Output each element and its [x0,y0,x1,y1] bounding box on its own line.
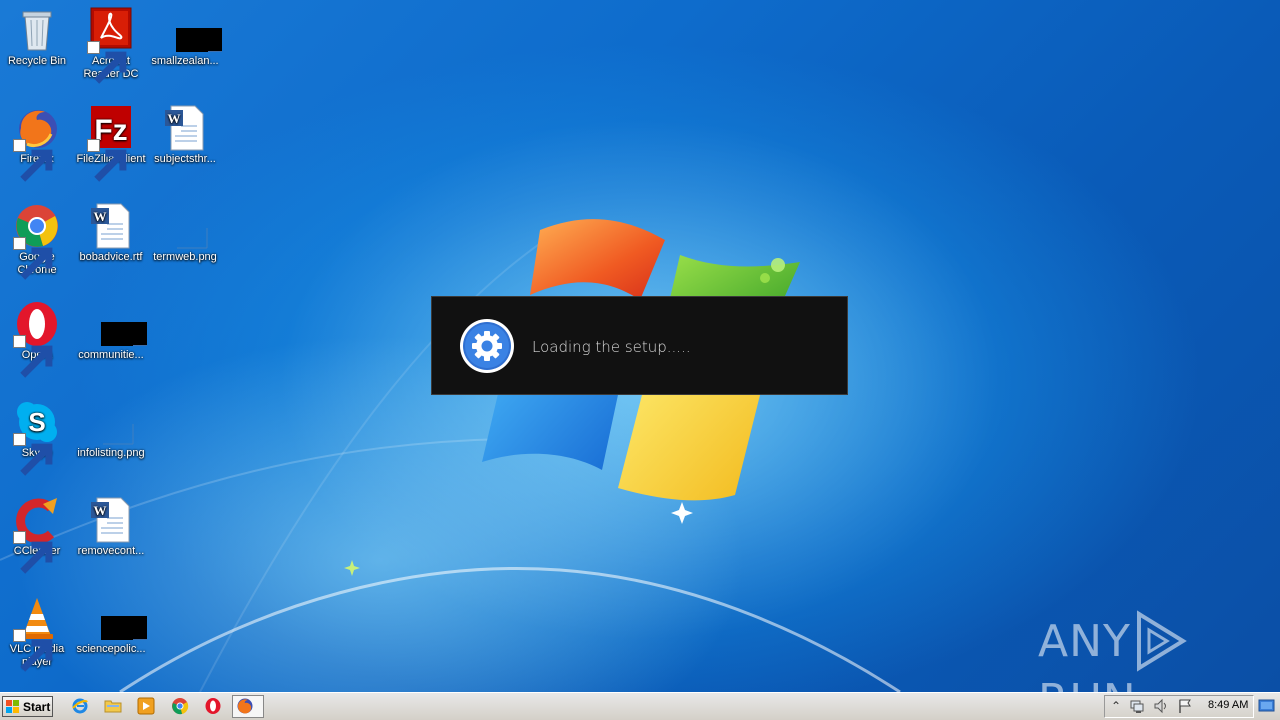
shortcut-arrow-icon [87,139,127,182]
desktop-icon-communitie[interactable]: communitie... [74,300,148,362]
opera-icon[interactable] [204,697,224,717]
windows-logo-icon [6,699,19,713]
word-doc-icon: W [87,496,135,544]
media-player-icon[interactable] [137,697,157,717]
desktop-icon-filezilla[interactable]: Fz FileZilla Client [74,104,148,182]
internet-explorer-icon[interactable] [71,697,91,717]
clock[interactable]: 8:49 AM [1208,699,1248,711]
word-doc-icon: W [161,104,209,152]
desktop-icon-acrobat-reader[interactable]: Acrobat Reader DC [74,6,148,84]
acrobat-icon [87,6,135,84]
action-center-flag-icon[interactable] [1177,698,1193,717]
svg-text:W: W [94,209,107,224]
desktop-icon-opera[interactable]: Opera [0,300,74,378]
svg-text:W: W [168,111,181,126]
filezilla-icon: Fz [87,104,135,182]
icon-label: sciencepolic... [76,643,146,655]
icon-label: infolisting.png [77,447,145,459]
play-logo-icon [1136,610,1187,672]
icon-label: smallzealan... [151,55,219,67]
desktop-icon-infolisting[interactable]: infolisting.png [74,398,148,460]
icon-label: bobadvice.rtf [79,251,143,263]
start-label: Start [23,699,51,714]
png-file-icon [161,202,209,250]
icon-label: communitie... [78,349,144,361]
loading-setup-dialog: Loading the setup..... [431,296,848,395]
firefox-icon [13,104,61,182]
firefox-task-button[interactable] [232,695,264,718]
chrome-icon[interactable] [171,697,191,717]
icon-label: Recycle Bin [7,55,67,67]
firefox-icon [236,697,256,717]
start-button[interactable]: Start [2,696,53,717]
desktop-icon-removecont[interactable]: W removecont... [74,496,148,558]
shortcut-arrow-icon [13,335,53,378]
network-icon[interactable] [1129,698,1145,717]
icon-label: removecont... [77,545,145,557]
desktop: Recycle Bin Firefox Google Chrome Opera … [0,0,1280,692]
opera-icon [13,300,61,378]
show-hidden-icons-icon[interactable]: ⌃ [1111,699,1121,713]
shortcut-arrow-icon [13,531,53,574]
desktop-icon-smallzealan[interactable]: smallzealan... [148,6,222,68]
desktop-icon-skype[interactable]: S Skype [0,398,74,476]
loading-message: Loading the setup..... [532,338,691,356]
explorer-folder-icon[interactable] [104,697,124,717]
desktop-icon-sciencepolic[interactable]: sciencepolic... [74,594,148,656]
recycle-bin-icon [13,6,61,54]
blank-file-icon [87,594,147,642]
icon-label: termweb.png [153,251,217,263]
vlc-icon [13,594,61,672]
shortcut-arrow-icon [13,629,53,672]
taskbar: Start ⌃ 8:49 AM [0,692,1280,720]
watermark-text-left: ANY [1038,615,1131,667]
anyrun-watermark: ANY RUN [1038,610,1280,692]
word-doc-icon: W [87,202,135,250]
volume-icon[interactable] [1153,698,1169,717]
desktop-icon-bobadvice[interactable]: W bobadvice.rtf [74,202,148,264]
show-desktop-icon[interactable] [1258,698,1276,714]
desktop-icon-recycle-bin[interactable]: Recycle Bin [0,6,74,68]
desktop-icon-termweb[interactable]: termweb.png [148,202,222,264]
png-file-icon [87,398,135,446]
desktop-icon-firefox[interactable]: Firefox [0,104,74,182]
shortcut-arrow-icon [13,139,53,182]
skype-icon: S [13,398,61,476]
blank-file-icon [161,6,222,54]
chrome-icon [13,202,61,280]
desktop-icon-subjectsthr[interactable]: W subjectsthr... [148,104,222,166]
watermark-text-right: RUN [1038,675,1137,693]
ccleaner-icon [13,496,61,574]
icon-label: subjectsthr... [154,153,216,165]
shortcut-arrow-icon [13,433,53,476]
shortcut-arrow-icon [87,41,127,84]
desktop-icon-google-chrome[interactable]: Google Chrome [0,202,74,280]
svg-text:S: S [28,407,45,437]
desktop-icon-ccleaner[interactable]: CCleaner [0,496,74,574]
blank-file-icon [87,300,147,348]
desktop-icon-vlc[interactable]: VLC media player [0,594,74,672]
gear-icon [459,318,515,374]
svg-text:W: W [94,503,107,518]
shortcut-arrow-icon [13,237,53,280]
